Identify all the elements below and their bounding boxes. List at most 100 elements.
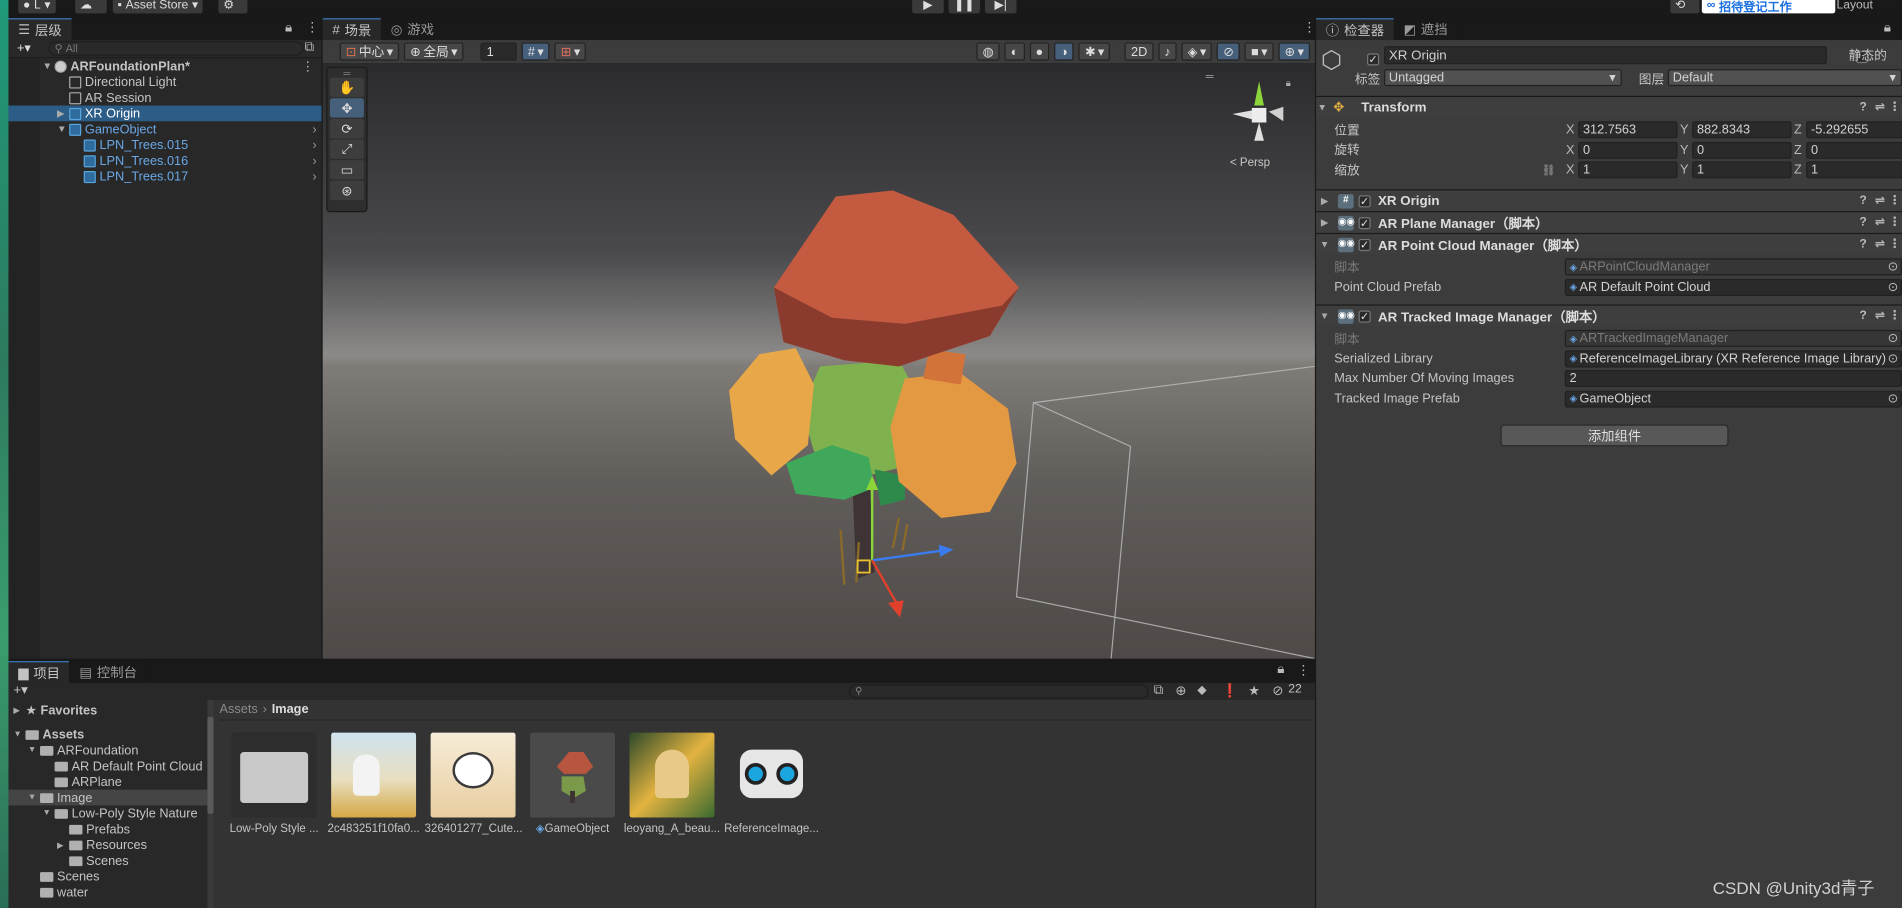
more-icon[interactable]: ⋮: [1889, 309, 1901, 322]
snap-button[interactable]: ⊞ ▾: [554, 42, 587, 61]
transform-tool-button[interactable]: ⊛: [329, 180, 364, 201]
project-tree-item[interactable]: Scenes: [8, 869, 208, 885]
active-checkbox[interactable]: ✓: [1367, 53, 1380, 66]
layer-dropdown[interactable]: Default ▾: [1667, 69, 1902, 87]
shading-mixed-button[interactable]: ◐: [1004, 42, 1025, 61]
transform-x-field[interactable]: 1: [1578, 161, 1678, 179]
effects-dropdown[interactable]: ◈ ▾: [1181, 42, 1213, 61]
property-field[interactable]: ◈ AR Default Point Cloud ⊙: [1564, 278, 1902, 296]
preset-icon[interactable]: ⇌: [1875, 194, 1885, 207]
project-tree-item[interactable]: ▶ Resources: [8, 837, 208, 853]
play-button[interactable]: ▶: [912, 0, 944, 14]
tab-console[interactable]: ▤ 控制台: [69, 661, 147, 683]
more-icon[interactable]: ⋮: [306, 19, 319, 36]
lock-icon[interactable]: 🔒︎: [1286, 78, 1291, 90]
help-icon[interactable]: ?: [1859, 216, 1866, 229]
step-button[interactable]: ▶|: [984, 0, 1017, 14]
asset-item[interactable]: 326401277_Cute...: [425, 732, 523, 836]
property-field[interactable]: ◈ ReferenceImageLibrary (XR Reference Ima…: [1564, 349, 1902, 367]
project-tree-item[interactable]: Prefabs: [8, 821, 208, 837]
more-icon[interactable]: ⋮: [1297, 662, 1310, 679]
search-input[interactable]: ⚲ All: [48, 41, 304, 56]
lock-icon[interactable]: 🔒︎: [285, 21, 292, 37]
more-icon[interactable]: ⋮: [1889, 216, 1901, 229]
preset-icon[interactable]: ⇌: [1875, 216, 1885, 229]
project-tree-item[interactable]: ▼ Low-Poly Style Nature: [8, 805, 208, 821]
audio-toggle[interactable]: ♪: [1158, 42, 1177, 61]
more-icon[interactable]: ⋮: [1303, 19, 1316, 36]
gizmos-dropdown[interactable]: ⊕ ▾: [1278, 42, 1311, 61]
space-dropdown[interactable]: ⊕ 全局 ▾: [404, 42, 464, 61]
account-button[interactable]: ● L ▾: [18, 0, 56, 14]
project-search-input[interactable]: ⚲: [849, 684, 1149, 699]
pause-button[interactable]: ❚❚: [948, 0, 981, 14]
hierarchy-item[interactable]: AR Session: [8, 90, 321, 106]
component-header[interactable]: ▶ ◉◉ ✓ AR Plane Manager（脚本）? ⇌ ⋮: [1316, 211, 1902, 233]
component-enabled-checkbox[interactable]: ✓: [1358, 238, 1371, 251]
history-button[interactable]: ⟲: [1670, 0, 1700, 14]
label-filter-icon[interactable]: ⬥: [1197, 683, 1206, 699]
tag-dropdown[interactable]: Untagged ▾: [1384, 69, 1622, 87]
component-enabled-checkbox[interactable]: ✓: [1358, 194, 1371, 207]
add-component-button[interactable]: 添加组件: [1500, 424, 1729, 447]
shading-unlit-button[interactable]: ◑: [1054, 42, 1074, 61]
preset-icon[interactable]: ⇌: [1875, 101, 1885, 114]
hierarchy-item[interactable]: LPN_Trees.016 ›: [8, 153, 321, 169]
project-tree-item[interactable]: ▶ ★ Favorites: [8, 702, 208, 718]
hidden-toggle[interactable]: ⊘: [1217, 42, 1241, 61]
cloud-button[interactable]: ☁: [75, 0, 107, 14]
help-icon[interactable]: ?: [1859, 194, 1866, 207]
more-icon[interactable]: ⋮: [1889, 101, 1901, 114]
transform-x-field[interactable]: 0: [1578, 141, 1678, 159]
preset-icon[interactable]: ⇌: [1875, 238, 1885, 251]
project-tree-item[interactable]: Scenes: [8, 853, 208, 869]
tab-inspector[interactable]: ⓘ 检查器: [1316, 18, 1394, 41]
more-icon[interactable]: ⋮: [1889, 238, 1901, 251]
component-header[interactable]: ▶ # ✓ XR Origin? ⇌ ⋮: [1316, 189, 1902, 212]
transform-y-field[interactable]: 0: [1692, 141, 1792, 159]
project-tree-item[interactable]: ▼ ARFoundation: [8, 742, 208, 758]
shading-shaded-button[interactable]: ●: [1029, 42, 1050, 61]
transform-z-field[interactable]: 1: [1806, 161, 1902, 179]
component-header[interactable]: ▼ ◉◉ ✓ AR Tracked Image Manager（脚本）? ⇌ ⋮: [1316, 304, 1902, 327]
component-enabled-checkbox[interactable]: ✓: [1358, 216, 1371, 229]
grid-size-input[interactable]: 1: [480, 42, 517, 61]
scale-tool-button[interactable]: ⤢: [329, 139, 364, 159]
asset-item[interactable]: ReferenceImage...: [723, 732, 820, 836]
property-field[interactable]: ◈ GameObject ⊙: [1564, 389, 1902, 407]
drag-handle-icon[interactable]: ═: [330, 67, 364, 78]
2d-toggle[interactable]: 2D: [1124, 42, 1154, 61]
project-tree-item[interactable]: ▼ Assets: [8, 727, 208, 743]
asset-item[interactable]: ◈GameObject: [524, 732, 621, 836]
create-button[interactable]: +▾: [12, 39, 36, 57]
asset-item[interactable]: 2c483251f10fa0...: [325, 732, 422, 836]
transform-y-field[interactable]: 1: [1692, 161, 1792, 179]
hierarchy-item[interactable]: Directional Light: [8, 74, 321, 90]
grid-snap-button[interactable]: # ▾: [521, 42, 550, 61]
project-tree-item[interactable]: ▼ Image: [8, 789, 209, 806]
more-icon[interactable]: ⋮: [1889, 194, 1901, 207]
login-badge[interactable]: ∞ 招待登记工作: [1701, 0, 1836, 14]
hierarchy-item[interactable]: ▶ XR Origin: [8, 105, 322, 122]
move-tool-button[interactable]: ✥: [329, 98, 364, 118]
hidden-count-icon[interactable]: ⊘: [1272, 683, 1283, 699]
help-icon[interactable]: ?: [1859, 101, 1866, 114]
asset-store-button[interactable]: ▪ Asset Store ▾: [112, 0, 203, 14]
rect-tool-button[interactable]: ▭: [329, 160, 364, 180]
favorite-star-icon[interactable]: ★: [1248, 683, 1260, 699]
tree-scrollbar[interactable]: [207, 699, 214, 908]
rotate-tool-button[interactable]: ⟳: [329, 118, 364, 139]
hierarchy-item[interactable]: ▼ ARFoundationPlan* ⋮: [8, 58, 321, 74]
camera-dropdown[interactable]: ■ ▾: [1244, 42, 1274, 61]
hand-tool-button[interactable]: ✋: [329, 77, 364, 98]
perspective-label[interactable]: < Persp: [1230, 156, 1270, 169]
help-icon[interactable]: ?: [1859, 238, 1866, 251]
transform-x-field[interactable]: 312.7563: [1578, 121, 1678, 139]
project-tree-item[interactable]: water: [8, 884, 208, 900]
layout-button[interactable]: Layout: [1832, 0, 1878, 13]
transform-header[interactable]: ▼ ✥ Transform ? ⇌ ⋮: [1316, 95, 1902, 118]
package-button[interactable]: ⚙: [218, 0, 248, 14]
lock-icon[interactable]: 🔒︎: [1884, 21, 1891, 37]
project-tree-item[interactable]: AR Default Point Cloud: [8, 758, 208, 774]
tab-game[interactable]: ◎ 游戏: [381, 18, 444, 41]
